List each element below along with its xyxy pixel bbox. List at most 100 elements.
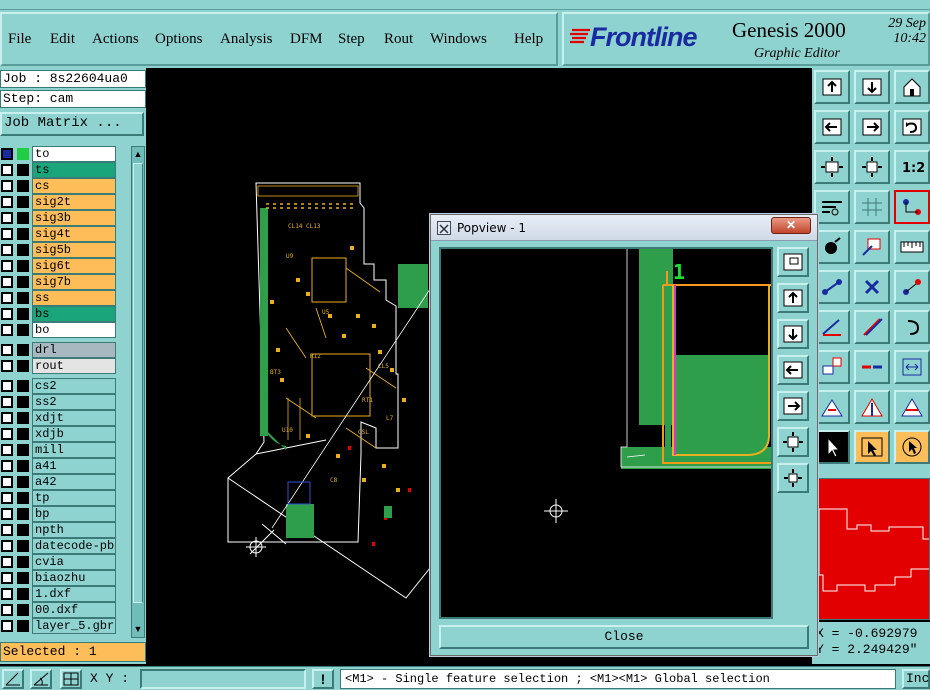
layer-name[interactable]: cs2 (32, 378, 116, 394)
layer-checkbox[interactable] (1, 524, 13, 536)
layer-name[interactable]: bs (32, 306, 116, 322)
layer-row[interactable]: sig6t (0, 258, 118, 274)
layer-checkbox[interactable] (1, 508, 13, 520)
layer-affected-box[interactable] (17, 476, 29, 488)
layer-checkbox[interactable] (1, 380, 13, 392)
layer-name[interactable]: 1.dxf (32, 586, 116, 602)
layer-row[interactable]: layer_5.gbr (0, 618, 118, 634)
layer-checkbox[interactable] (1, 308, 13, 320)
layer-name[interactable]: xdjt (32, 410, 116, 426)
menu-step[interactable]: Step (338, 31, 365, 48)
layer-affected-box[interactable] (17, 412, 29, 424)
layer-affected-box[interactable] (17, 196, 29, 208)
layer-affected-box[interactable] (17, 212, 29, 224)
fit-window-icon[interactable] (854, 150, 890, 184)
layer-checkbox[interactable] (1, 588, 13, 600)
layer-row[interactable]: datecode-pbe (0, 538, 118, 554)
layer-name[interactable]: cs (32, 178, 116, 194)
snap-icon[interactable] (894, 190, 930, 224)
layer-affected-box[interactable] (17, 540, 29, 552)
layer-affected-box[interactable] (17, 228, 29, 240)
slash-icon[interactable] (854, 310, 890, 344)
popview-titlebar[interactable]: Popview - 1 ✕ (431, 215, 817, 241)
menu-analysis[interactable]: Analysis (220, 31, 273, 48)
menu-help[interactable]: Help (514, 31, 543, 48)
layer-name[interactable]: sig7b (32, 274, 116, 290)
layer-row[interactable]: 1.dxf (0, 586, 118, 602)
layer-row[interactable]: ts (0, 162, 118, 178)
layer-name[interactable]: ts (32, 162, 116, 178)
layer-row[interactable]: a42 (0, 474, 118, 490)
layer-checkbox[interactable] (1, 412, 13, 424)
stretch-icon[interactable] (894, 350, 930, 384)
layer-row[interactable]: sig4t (0, 226, 118, 242)
layer-row[interactable]: a41 (0, 458, 118, 474)
undo-icon[interactable] (2, 669, 24, 689)
layer-row[interactable]: xdjb (0, 426, 118, 442)
layer-row[interactable]: 00.dxf (0, 602, 118, 618)
menu-options[interactable]: Options (155, 31, 203, 48)
pan-right-icon[interactable] (777, 391, 809, 421)
layer-checkbox[interactable] (1, 164, 13, 176)
layer-affected-box[interactable] (17, 180, 29, 192)
fit-all-icon[interactable] (814, 150, 850, 184)
layer-checkbox[interactable] (1, 492, 13, 504)
layer-checkbox[interactable] (1, 460, 13, 472)
scroll-up-icon[interactable]: ▲ (133, 148, 143, 160)
zoom-down-icon[interactable] (777, 319, 809, 349)
layer-affected-box[interactable] (17, 260, 29, 272)
layer-affected-box[interactable] (17, 380, 29, 392)
layer-name[interactable]: sig5b (32, 242, 116, 258)
pan-right-icon[interactable] (854, 110, 890, 144)
select-net-icon[interactable] (894, 430, 930, 464)
popview-canvas[interactable]: 1 (439, 247, 773, 619)
zoom-in-icon[interactable] (854, 70, 890, 104)
layer-row[interactable]: ss (0, 290, 118, 306)
layer-checkbox[interactable] (1, 540, 13, 552)
layer-name[interactable]: bp (32, 506, 116, 522)
layer-name[interactable]: rout (32, 358, 116, 374)
layer-affected-box[interactable] (17, 396, 29, 408)
layer-name[interactable]: to (32, 146, 116, 162)
grid-snap-icon[interactable] (60, 669, 82, 689)
layer-affected-box[interactable] (17, 360, 29, 372)
inc-button[interactable]: Inc (902, 669, 930, 689)
layer-affected-box[interactable] (17, 444, 29, 456)
layer-name[interactable]: layer_5.gbr (32, 618, 116, 634)
add-text-icon[interactable] (814, 350, 850, 384)
layer-checkbox[interactable] (1, 620, 13, 632)
layer-affected-box[interactable] (17, 524, 29, 536)
layer-affected-box[interactable] (17, 324, 29, 336)
pan-left-icon[interactable] (777, 355, 809, 385)
layer-scrollbar[interactable]: ▲ ▼ (131, 146, 145, 638)
zoom-home-icon[interactable] (814, 70, 850, 104)
measure-icon[interactable] (814, 190, 850, 224)
layer-name[interactable]: 00.dxf (32, 602, 116, 618)
triangle-icon[interactable] (814, 390, 850, 424)
fit-window-icon[interactable] (777, 463, 809, 493)
layer-row[interactable]: biaozhu (0, 570, 118, 586)
layer-row[interactable]: sig7b (0, 274, 118, 290)
layer-affected-box[interactable] (17, 244, 29, 256)
layer-row[interactable]: npth (0, 522, 118, 538)
layer-checkbox[interactable] (1, 196, 13, 208)
menu-file[interactable]: File (8, 31, 31, 48)
layer-row[interactable]: rout (0, 358, 118, 374)
layer-name[interactable]: ss2 (32, 394, 116, 410)
layer-name[interactable]: sig3b (32, 210, 116, 226)
overview-map[interactable] (812, 478, 930, 620)
layer-row[interactable]: bs (0, 306, 118, 322)
fit-all-icon[interactable] (777, 427, 809, 457)
scroll-down-icon[interactable]: ▼ (133, 623, 143, 635)
job-matrix-button[interactable]: Job Matrix ... (0, 112, 144, 136)
scroll-thumb[interactable] (133, 163, 143, 603)
arc-cw-icon[interactable] (814, 310, 850, 344)
layer-row[interactable]: sig5b (0, 242, 118, 258)
layer-checkbox[interactable] (1, 148, 13, 160)
layer-affected-box[interactable] (17, 460, 29, 472)
undo-zoom-icon[interactable] (894, 110, 930, 144)
layer-row[interactable]: sig2t (0, 194, 118, 210)
layer-affected-box[interactable] (17, 588, 29, 600)
layer-row[interactable]: bo (0, 322, 118, 338)
layer-affected-box[interactable] (17, 308, 29, 320)
